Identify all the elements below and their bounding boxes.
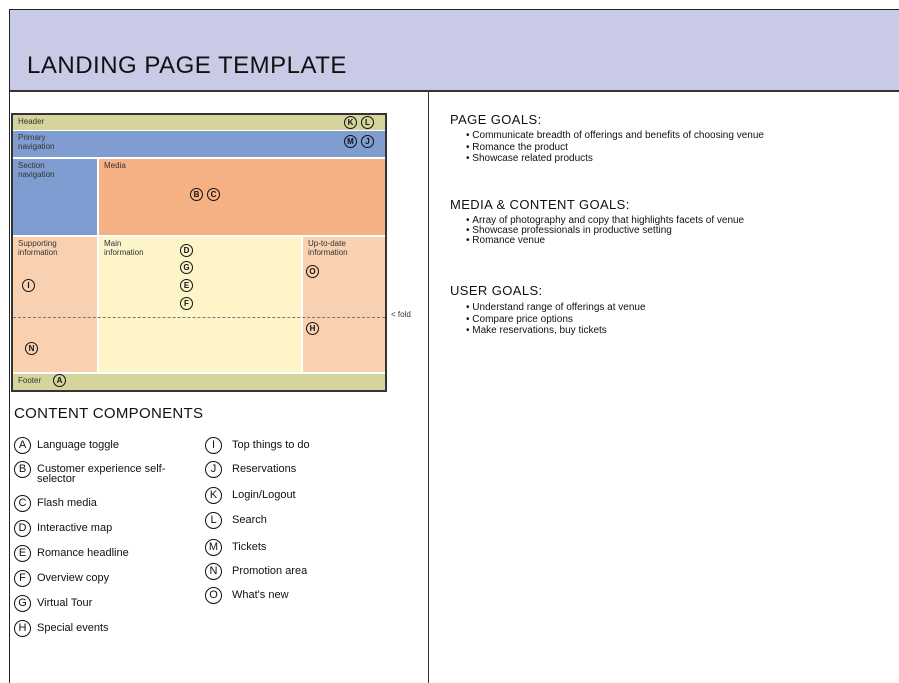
marker-m: M bbox=[344, 135, 357, 148]
legend-label: Top things to do bbox=[232, 439, 310, 451]
media-content-goal-item: Romance venue bbox=[466, 236, 744, 246]
page-title: LANDING PAGE TEMPLATE bbox=[27, 52, 347, 79]
legend-marker: N bbox=[205, 563, 222, 580]
marker-c: C bbox=[207, 188, 220, 201]
marker-h: H bbox=[306, 322, 319, 335]
legend-marker: I bbox=[205, 437, 222, 454]
legend-marker: D bbox=[14, 520, 31, 537]
zone-main-information-label: Main information bbox=[104, 239, 144, 257]
user-goal-item: Compare price options bbox=[466, 314, 646, 326]
banner-rule bbox=[10, 90, 899, 92]
zone-header-label: Header bbox=[18, 117, 45, 126]
zone-primary-navigation-label: Primary navigation bbox=[18, 133, 55, 151]
user-goals-list: Understand range of offerings at venue C… bbox=[466, 302, 646, 337]
zone-header: Header bbox=[13, 115, 385, 130]
marker-n: N bbox=[25, 342, 38, 355]
zone-footer-label: Footer bbox=[18, 376, 42, 385]
legend-marker: M bbox=[205, 539, 222, 556]
marker-d: D bbox=[180, 244, 193, 257]
page-goals-heading: PAGE GOALS: bbox=[450, 112, 542, 127]
marker-o: O bbox=[306, 265, 319, 278]
legend-label: Flash media bbox=[37, 497, 97, 509]
legend-marker: H bbox=[14, 620, 31, 637]
legend-marker: J bbox=[205, 461, 222, 478]
legend-marker: B bbox=[14, 461, 31, 478]
legend-label: Interactive map bbox=[37, 522, 113, 534]
legend-marker: G bbox=[14, 595, 31, 612]
legend-label: Promotion area bbox=[232, 565, 308, 577]
legend-label: Language toggle bbox=[37, 439, 119, 451]
fold-label: < fold bbox=[391, 310, 411, 319]
legend-marker: K bbox=[205, 487, 222, 504]
zone-media-label: Media bbox=[104, 161, 126, 170]
marker-f: F bbox=[180, 297, 193, 310]
legend-marker: E bbox=[14, 545, 31, 562]
legend-marker: F bbox=[14, 570, 31, 587]
legend-label: Customer experience self-selector bbox=[37, 463, 166, 485]
legend-marker: C bbox=[14, 495, 31, 512]
page-goal-item: Romance the product bbox=[466, 142, 764, 154]
legend-label: Login/Logout bbox=[232, 489, 296, 501]
fold-line bbox=[13, 317, 385, 318]
marker-j: J bbox=[361, 135, 374, 148]
zone-footer: Footer bbox=[13, 374, 385, 390]
frame-left-border bbox=[9, 9, 10, 683]
legend-label: What's new bbox=[232, 589, 289, 601]
marker-b: B bbox=[190, 188, 203, 201]
legend-label: Romance headline bbox=[37, 547, 129, 559]
content-components-title: CONTENT COMPONENTS bbox=[14, 405, 204, 422]
legend-marker: A bbox=[14, 437, 31, 454]
user-goal-item: Make reservations, buy tickets bbox=[466, 325, 646, 337]
marker-g: G bbox=[180, 261, 193, 274]
wireframe-diagram: Header Primary navigation Section naviga… bbox=[11, 113, 387, 392]
legend-label: Virtual Tour bbox=[37, 597, 93, 609]
zone-up-to-date-information: Up-to-date information bbox=[303, 237, 385, 372]
media-content-goals-list: Array of photography and copy that highl… bbox=[466, 216, 744, 246]
zone-section-navigation: Section navigation bbox=[13, 159, 97, 235]
legend-label: Special events bbox=[37, 622, 109, 634]
legend-label: Search bbox=[232, 514, 267, 526]
zone-main-information: Main information bbox=[99, 237, 301, 372]
user-goal-item: Understand range of offerings at venue bbox=[466, 302, 645, 314]
marker-i: I bbox=[22, 279, 35, 292]
marker-a: A bbox=[53, 374, 66, 387]
marker-e: E bbox=[180, 279, 193, 292]
legend-label: Tickets bbox=[232, 541, 267, 553]
user-goals-heading: USER GOALS: bbox=[450, 283, 543, 298]
page-goal-item: Communicate breadth of offerings and ben… bbox=[466, 130, 764, 142]
zone-primary-navigation: Primary navigation bbox=[13, 131, 385, 157]
page-goals-list: Communicate breadth of offerings and ben… bbox=[466, 130, 764, 165]
page-goal-item: Showcase related products bbox=[466, 153, 764, 165]
zone-media: Media bbox=[99, 159, 385, 235]
legend-marker: L bbox=[205, 512, 222, 529]
marker-l: L bbox=[361, 116, 374, 129]
marker-k: K bbox=[344, 116, 357, 129]
legend-label: Reservations bbox=[232, 463, 297, 475]
zone-section-navigation-label: Section navigation bbox=[18, 161, 55, 179]
zone-up-to-date-information-label: Up-to-date information bbox=[308, 239, 348, 257]
zone-supporting-information-label: Supporting information bbox=[18, 239, 58, 257]
column-divider bbox=[428, 92, 429, 683]
legend-label: Overview copy bbox=[37, 572, 110, 584]
media-content-goals-heading: MEDIA & CONTENT GOALS: bbox=[450, 197, 630, 212]
legend-marker: O bbox=[205, 587, 222, 604]
